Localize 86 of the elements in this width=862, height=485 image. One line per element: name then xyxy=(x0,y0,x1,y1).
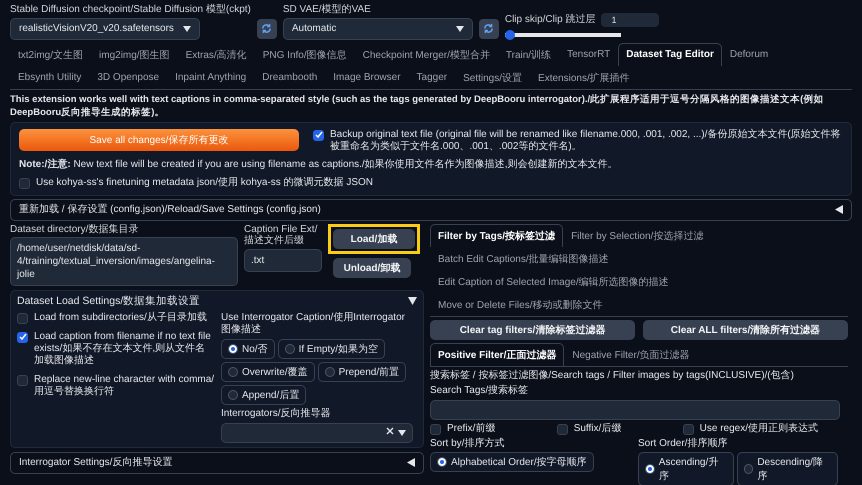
tab[interactable]: Dataset Tag Editor xyxy=(618,42,722,66)
field-label: Dataset directory/数据集目录 xyxy=(10,224,140,235)
interrogator-settings-bar[interactable]: Interrogator Settings/反向推导设置 xyxy=(10,452,424,474)
radio-option[interactable]: If Empty/如果为空 xyxy=(278,338,386,359)
tab[interactable]: Edit Caption of Selected Image/编辑所选图像的描述 xyxy=(430,270,677,292)
tab[interactable]: Batch Edit Captions/批量编辑图像描述 xyxy=(430,246,617,270)
slider-thumb[interactable] xyxy=(504,30,515,40)
field-label: SD VAE/模型的VAE xyxy=(282,4,372,16)
tab[interactable]: Checkpoint Merger/模型合并 xyxy=(354,42,498,66)
tab[interactable]: Extensions/扩展插件 xyxy=(530,66,638,88)
tab[interactable]: txt2img/文生图 xyxy=(10,42,92,66)
tab[interactable]: Move or Delete Files/移动或删除文件 xyxy=(430,292,610,316)
radio-option[interactable]: Append/后置 xyxy=(221,384,306,405)
checkbox[interactable] xyxy=(17,312,28,324)
checkbox[interactable] xyxy=(313,130,324,140)
checkbox-label: Replace new-line character with comma/用逗号替换换行符 xyxy=(34,374,215,398)
field-label: Clip skip/Clip 跳过层 xyxy=(504,14,596,26)
field-label: Caption File Ext/描述文件后缀 xyxy=(244,224,318,246)
checkbox[interactable] xyxy=(17,374,28,386)
tab[interactable]: 3D Openpose xyxy=(89,66,168,88)
tab[interactable]: Negative Filter/负面过滤器 xyxy=(564,342,698,366)
clear-filters-button[interactable]: Clear ALL filters/清除所有过滤器 xyxy=(643,320,848,340)
tab[interactable]: Filter by Tags/按标签过滤 xyxy=(430,224,564,246)
checkbox[interactable] xyxy=(682,424,694,434)
field-label: Use Interrogator Caption/使用Interrogator图像描述 xyxy=(221,312,406,336)
checkbox-label: Backup original text file (original file will be renamed like filename.000, .001, .002, ...)/备份原始文本文件(原始文件将被重命名为类似于文件名.000、.001、.002等的文件名)。 xyxy=(330,128,842,152)
chevron-down-icon xyxy=(456,26,464,32)
tab[interactable]: Extras/高清化 xyxy=(178,42,255,66)
checkbox-label: Use regex/使用正则表达式 xyxy=(700,422,818,434)
unload-button[interactable]: Unload/卸载 xyxy=(333,258,411,278)
checkpoint-dropdown[interactable]: realisticVisionV20_v20.safetensors xyxy=(10,18,200,40)
tab[interactable]: Dreambooth xyxy=(254,66,326,88)
checkbox-label: Load from subdirectories/从子目录加载 xyxy=(34,312,207,324)
tab[interactable]: TensorRT xyxy=(559,42,618,66)
refresh-button[interactable] xyxy=(256,18,277,38)
vae-dropdown[interactable]: Automatic xyxy=(282,18,473,40)
refresh-icon xyxy=(483,23,494,34)
number-field[interactable]: 1 xyxy=(601,12,660,26)
tab[interactable]: Deforum xyxy=(722,42,776,66)
checkbox-label: Prefix/前缀 xyxy=(447,422,496,434)
tab[interactable]: Tagger xyxy=(408,66,456,88)
radio-option[interactable]: Descending/降序 xyxy=(736,452,838,485)
radio-option[interactable]: Prepend/前置 xyxy=(318,362,406,382)
note-text: Note:/注意: New text file will be created if you are using filename as captions./如果你使用文件名作为图像描述,则会创建新的文本文件。 xyxy=(19,158,618,170)
tab[interactable]: Settings/设置 xyxy=(455,66,530,88)
checkbox[interactable] xyxy=(430,424,441,434)
field-label: Search Tags/搜索标签 xyxy=(430,384,530,396)
checkbox-label: Use kohya-ss's finetuning metadata json/使用 kohya-ss 的微调元数据 JSON xyxy=(36,176,374,188)
checkbox[interactable] xyxy=(19,178,30,188)
tab[interactable]: Inpaint Anything xyxy=(167,66,254,88)
section-title: Dataset Load Settings/数据集加载设置 xyxy=(17,295,200,308)
radio-option[interactable]: Overwrite/覆盖 xyxy=(221,362,315,382)
checkbox[interactable] xyxy=(556,424,568,434)
reload-settings-bar[interactable]: 重新加载 / 保存设置 (config.json)/Reload/Save Settings (config.json) xyxy=(10,198,852,220)
extension-field[interactable]: .txt xyxy=(244,248,322,272)
radio-option[interactable]: Alphabetical Order/按字母顺序 xyxy=(430,452,594,472)
checkbox-label: Load caption from filename if no text file exists/如果不存在文本文件,则从文件名加载图像描述 xyxy=(34,330,212,367)
directory-field[interactable]: /home/user/netdisk/data/sd-4/training/textual_inversion/images/angelina-jolie xyxy=(10,237,238,286)
tab[interactable]: img2img/图生图 xyxy=(91,42,178,66)
field-label: Stable Diffusion checkpoint/Stable Diffusion 模型(ckpt) xyxy=(10,4,251,16)
clear-icon[interactable] xyxy=(386,427,394,436)
clear-filters-button[interactable]: Clear tag filters/清除标签过滤器 xyxy=(430,320,635,340)
checkbox-label: Suffix/后缀 xyxy=(574,422,622,434)
field-label: Sort by/排序方式 xyxy=(430,438,506,450)
tab[interactable]: Filter by Selection/按选择过滤 xyxy=(563,224,712,246)
expand-icon[interactable] xyxy=(835,205,843,214)
tab[interactable]: Train/训练 xyxy=(498,42,560,66)
radio-option[interactable]: Ascending/升序 xyxy=(638,452,734,485)
tab[interactable]: PNG Info/图像信息 xyxy=(254,42,355,66)
chevron-down-icon xyxy=(398,430,406,436)
refresh-icon xyxy=(261,23,272,34)
radio-option[interactable]: No/否 xyxy=(221,338,275,359)
tab[interactable]: Image Browser xyxy=(325,66,409,88)
checkbox[interactable] xyxy=(17,332,28,343)
section-title: 搜索标签 / 按标签过滤图像/Search tags / Filter images by tags(INCLUSIVE)/(包含) xyxy=(430,370,795,382)
load-button[interactable]: Load/加载 xyxy=(333,228,415,248)
tab[interactable]: Positive Filter/正面过滤器 xyxy=(430,342,564,366)
field-label: Interrogators/反向推导器 xyxy=(221,408,332,420)
collapse-icon[interactable] xyxy=(408,297,417,306)
field-label: Sort Order/排序顺序 xyxy=(638,438,728,450)
refresh-button[interactable] xyxy=(478,18,499,38)
expand-icon[interactable] xyxy=(407,458,415,468)
tab[interactable]: Ebsynth Utility xyxy=(10,66,90,88)
chevron-down-icon xyxy=(183,26,191,32)
search-tags-field[interactable] xyxy=(430,400,840,420)
intro-text: This extension works well with text captions in comma-separated style (such as the tags generated by DeepBooru interrogator)./此扩展程序适用于逗号分隔风格的图像描述文本(例如DeepBooru反向推导生成的标签)。 xyxy=(10,92,824,118)
